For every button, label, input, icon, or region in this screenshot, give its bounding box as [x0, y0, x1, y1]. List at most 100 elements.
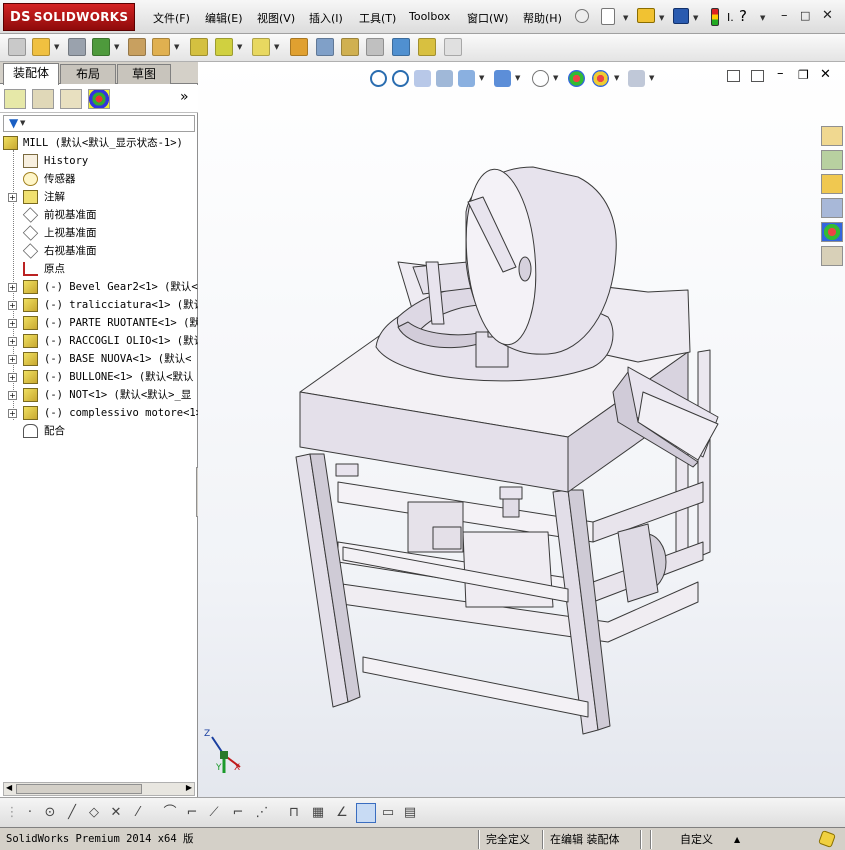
tree-expand-icon[interactable]: +: [8, 373, 17, 382]
smart-dimension-icon[interactable]: ⊓: [286, 805, 302, 821]
chamfer-icon[interactable]: ⌐: [184, 805, 200, 821]
grid-icon[interactable]: ▦: [310, 805, 326, 821]
open-dropdown-icon[interactable]: ▼: [659, 14, 664, 22]
tree-expand-icon[interactable]: +: [8, 355, 17, 364]
line-icon[interactable]: ╱: [64, 805, 80, 821]
tag-icon[interactable]: [818, 830, 836, 848]
tree-expand-icon[interactable]: +: [8, 301, 17, 310]
extend-icon[interactable]: ⁄: [130, 805, 146, 821]
solidworks-logo[interactable]: DS SOLIDWORKS: [3, 3, 135, 31]
maximize-icon[interactable]: □: [800, 9, 810, 22]
move-dropdown-icon[interactable]: ▼: [174, 43, 179, 51]
menu-tools[interactable]: 工具(T): [359, 10, 396, 26]
construction-geometry-icon[interactable]: ⋰: [254, 805, 270, 821]
new-part-icon[interactable]: [32, 38, 50, 56]
circle-icon[interactable]: ⊙: [42, 805, 58, 821]
save-dropdown-icon[interactable]: ▼: [693, 14, 698, 22]
reference-geometry-icon[interactable]: [252, 38, 270, 56]
move-component-icon[interactable]: [152, 38, 170, 56]
tree-item[interactable]: + (-) Bevel Gear2<1> (默认<默认: [0, 278, 198, 296]
new-document-icon[interactable]: [601, 8, 615, 25]
menu-file[interactable]: 文件(F): [153, 10, 190, 26]
linear-pattern-icon[interactable]: [92, 38, 110, 56]
tile-window-icon[interactable]: ▭: [380, 805, 396, 821]
tree-root[interactable]: MILL (默认<默认_显示状态-1>): [0, 134, 198, 152]
tree-item[interactable]: + (-) complessivo motore<1>: [0, 404, 198, 422]
menu-toolbox[interactable]: Toolbox: [409, 10, 450, 23]
tree-item[interactable]: 配合: [0, 422, 198, 440]
graphics-viewport[interactable]: ▼ ▼ ▼ ▼ ▼ – ❐ ✕ Z Y X: [198, 62, 845, 797]
tree-expand-icon[interactable]: +: [8, 409, 17, 418]
assembly-features-icon[interactable]: [215, 38, 233, 56]
tree-item[interactable]: + (-) tralicciatura<1> (默认: [0, 296, 198, 314]
panel-horizontal-scrollbar[interactable]: ◀ ▶: [3, 782, 195, 796]
tree-expand-icon[interactable]: +: [8, 319, 17, 328]
scroll-left-icon[interactable]: ◀: [6, 783, 12, 792]
save-icon[interactable]: [673, 8, 689, 24]
trim-icon[interactable]: ✕: [108, 805, 124, 821]
tab-layout[interactable]: 布局: [60, 64, 116, 84]
polygon-icon[interactable]: ◇: [86, 805, 102, 821]
table-icon[interactable]: ▤: [402, 805, 418, 821]
units-custom-selector[interactable]: 自定义: [680, 831, 713, 848]
minimize-icon[interactable]: –: [781, 8, 788, 23]
tree-expand-icon[interactable]: +: [8, 283, 17, 292]
fillet-icon[interactable]: ⌒: [162, 805, 178, 821]
features-dropdown-icon[interactable]: ▼: [237, 43, 242, 51]
tree-item[interactable]: + (-) BASE NUOVA<1> (默认<: [0, 350, 198, 368]
bill-of-materials-icon[interactable]: [316, 38, 334, 56]
tree-item[interactable]: + (-) PARTE RUOTANTE<1> (默: [0, 314, 198, 332]
menu-help[interactable]: 帮助(H): [523, 10, 562, 26]
exploded-view-icon[interactable]: [341, 38, 359, 56]
tree-item[interactable]: + 注解: [0, 188, 198, 206]
new-motion-study-icon[interactable]: [290, 38, 308, 56]
tree-expand-icon[interactable]: +: [8, 193, 17, 202]
tree-filter-input[interactable]: ▼ ▼: [3, 115, 195, 132]
filter-dropdown-icon[interactable]: ▼: [20, 119, 25, 127]
smart-fasteners-icon[interactable]: [128, 38, 146, 56]
tree-item[interactable]: + (-) RACCOGLI OLIO<1> (默认: [0, 332, 198, 350]
offset-icon[interactable]: ⟋: [206, 805, 222, 821]
new-dropdown-icon[interactable]: ▼: [623, 14, 628, 22]
open-folder-icon[interactable]: [637, 8, 655, 23]
tree-item[interactable]: 右视基准面: [0, 242, 198, 260]
corner-icon[interactable]: ⌐: [230, 805, 246, 821]
interference-detection-icon[interactable]: [392, 38, 410, 56]
feature-manager-icon[interactable]: [4, 89, 26, 109]
property-manager-icon[interactable]: [32, 89, 54, 109]
tree-item[interactable]: History: [0, 152, 198, 170]
insert-component-icon[interactable]: [8, 38, 26, 56]
tree-item[interactable]: + (-) NOT<1> (默认<默认>_显: [0, 386, 198, 404]
expand-panel-icon[interactable]: »: [180, 89, 189, 105]
pin-icon[interactable]: [575, 9, 589, 23]
tree-item[interactable]: 前视基准面: [0, 206, 198, 224]
units-dropdown-icon[interactable]: ▲: [734, 831, 740, 848]
tree-item[interactable]: + (-) BULLONE<1> (默认<默认: [0, 368, 198, 386]
scroll-thumb[interactable]: [16, 784, 142, 794]
help-icon[interactable]: ?: [739, 7, 747, 25]
tree-expand-icon[interactable]: +: [8, 391, 17, 400]
display-mode-shaded-icon[interactable]: [356, 803, 376, 823]
configuration-manager-icon[interactable]: [60, 89, 82, 109]
close-icon[interactable]: ✕: [822, 8, 833, 23]
menu-edit[interactable]: 编辑(E): [205, 10, 243, 26]
help-dropdown-icon[interactable]: ▼: [760, 14, 765, 22]
scroll-right-icon[interactable]: ▶: [186, 783, 192, 792]
insert-dropdown-icon[interactable]: ▼: [54, 43, 59, 51]
show-hidden-icon[interactable]: [190, 38, 208, 56]
tree-item[interactable]: 传感器: [0, 170, 198, 188]
tree-item[interactable]: 上视基准面: [0, 224, 198, 242]
menu-view[interactable]: 视图(V): [257, 10, 295, 26]
menu-insert[interactable]: 插入(I): [309, 10, 343, 26]
rebuild-traffic-light-icon[interactable]: [711, 8, 719, 26]
tab-assembly[interactable]: 装配体: [3, 63, 59, 85]
angle-icon[interactable]: ∠: [334, 805, 350, 821]
milling-machine-model[interactable]: [198, 62, 845, 797]
explode-line-sketch-icon[interactable]: [366, 38, 384, 56]
display-manager-icon[interactable]: [88, 89, 110, 109]
pattern-dropdown-icon[interactable]: ▼: [114, 43, 119, 51]
tree-expand-icon[interactable]: +: [8, 337, 17, 346]
tab-sketch[interactable]: 草图: [117, 64, 171, 84]
point-icon[interactable]: ·: [22, 805, 38, 821]
instant3d-icon[interactable]: [444, 38, 462, 56]
